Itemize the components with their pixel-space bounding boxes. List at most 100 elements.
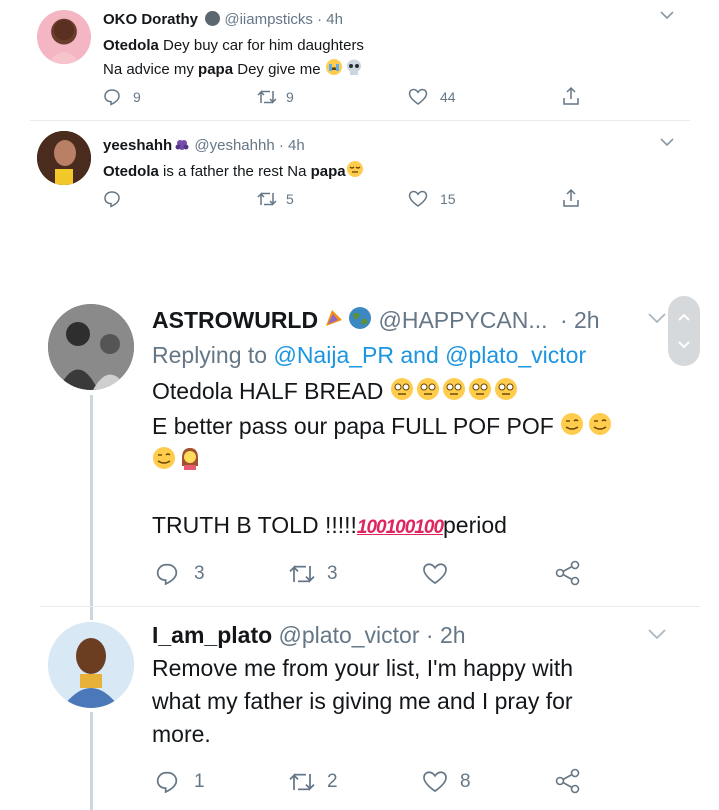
- heart-icon: [408, 190, 428, 207]
- share-icon: [555, 560, 580, 586]
- tweet-text: Otedola HALF BREAD: [152, 378, 390, 404]
- share-icon: [555, 768, 580, 794]
- avatar[interactable]: [48, 622, 134, 708]
- tweet-text: Na advice my: [103, 61, 199, 78]
- display-name[interactable]: I_am_plato: [152, 622, 272, 648]
- like-count: 8: [460, 771, 471, 792]
- share-icon: [563, 188, 579, 207]
- mention-link[interactable]: @Naija_PR: [273, 342, 394, 368]
- retweet-button[interactable]: 9: [256, 88, 294, 106]
- tweet-text: TRUTH B TOLD !!!!!: [152, 512, 357, 538]
- reply-icon: [156, 771, 178, 794]
- timestamp[interactable]: · 2h: [560, 307, 600, 333]
- share-button[interactable]: [562, 188, 580, 208]
- like-button[interactable]: 15: [408, 190, 456, 208]
- tweet-i-am-plato[interactable]: I_am_plato @plato_victor · 2h Remove me …: [0, 610, 719, 810]
- reply-button[interactable]: 1: [154, 770, 205, 794]
- reply-and: and: [393, 342, 446, 368]
- display-name[interactable]: yeeshahh: [103, 137, 172, 154]
- flushed-emoji-icons: [390, 378, 520, 404]
- mention-link[interactable]: @plato_victor: [445, 342, 586, 368]
- rocket-emoji-icon: [322, 306, 346, 336]
- like-button[interactable]: [422, 562, 448, 586]
- retweet-icon: [257, 90, 277, 104]
- like-button[interactable]: 8: [422, 770, 471, 794]
- replying-to: Replying to @Naija_PR and @plato_victor: [152, 342, 586, 369]
- retweet-count: 3: [327, 563, 338, 584]
- tweet-text-bold: papa: [198, 61, 234, 78]
- retweet-count: 5: [286, 191, 294, 207]
- reply-button[interactable]: 3: [154, 562, 205, 586]
- retweet-button[interactable]: 5: [256, 190, 294, 208]
- tweet-text: Dey give me: [233, 61, 325, 78]
- avatar[interactable]: [37, 131, 91, 185]
- grapes-emoji-icon: [174, 136, 190, 156]
- retweet-button[interactable]: 3: [287, 562, 338, 586]
- reply-icon: [156, 563, 178, 586]
- timestamp[interactable]: · 4h: [279, 137, 305, 154]
- avatar[interactable]: [48, 304, 134, 390]
- chevron-up-icon[interactable]: [676, 310, 692, 326]
- crying-emoji-icon: [325, 58, 343, 80]
- retweet-icon: [289, 773, 315, 791]
- share-button[interactable]: [562, 86, 580, 106]
- tweet-astrowurld[interactable]: ASTROWURLD @HAPPYCAN... · 2h Replying to…: [0, 290, 719, 600]
- skull-emoji-icon: [345, 58, 363, 80]
- chevron-down-icon[interactable]: [660, 10, 674, 20]
- divider: [30, 120, 690, 121]
- reply-prefix: Replying to: [152, 342, 274, 368]
- retweet-button[interactable]: 2: [287, 770, 338, 794]
- tweet-text: E better pass our papa FULL POF POF: [152, 413, 561, 439]
- divider: [40, 606, 700, 607]
- share-icon: [563, 86, 579, 105]
- retweet-count: 2: [327, 771, 338, 792]
- woman-facepalm-emoji-icon: [182, 448, 198, 470]
- reply-count: 1: [194, 771, 205, 792]
- retweet-icon: [257, 192, 277, 206]
- relieved-emoji-icon: [346, 160, 364, 182]
- tweet-text: Remove me from your list, I'm happy with: [152, 655, 574, 681]
- chevron-down-icon[interactable]: [648, 628, 666, 640]
- display-name[interactable]: OKO Dorathy: [103, 11, 198, 28]
- heart-icon: [423, 563, 447, 585]
- tweet-text: is a father the rest Na: [158, 163, 311, 180]
- heart-icon: [423, 771, 447, 793]
- tweet-yeeshahh[interactable]: yeeshahh @yeshahhh · 4h Otedola is a fat…: [0, 122, 719, 222]
- handle[interactable]: @plato_victor: [279, 622, 420, 648]
- globe-emoji-icon: [348, 306, 372, 336]
- chevron-down-icon[interactable]: [660, 137, 674, 147]
- mention-text: Otedola: [103, 37, 159, 54]
- reply-count: 3: [194, 563, 205, 584]
- like-count: 44: [440, 89, 456, 105]
- thread-line: [90, 395, 93, 620]
- tweet-text-bold: papa: [310, 163, 346, 180]
- tweet-oko-dorathy[interactable]: OKO Dorathy @iiampsticks · 4h Otedola De…: [0, 0, 719, 120]
- share-button[interactable]: [555, 560, 581, 586]
- scroll-control[interactable]: [668, 296, 700, 366]
- avatar[interactable]: [37, 10, 91, 64]
- reply-count: 9: [133, 89, 141, 105]
- timestamp[interactable]: · 4h: [317, 11, 343, 28]
- reply-button[interactable]: 9: [103, 88, 141, 106]
- handle[interactable]: @iiampsticks: [224, 11, 313, 28]
- heart-icon: [408, 88, 428, 105]
- wink-emoji-icons: [560, 413, 614, 439]
- mention-text: Otedola: [103, 163, 159, 180]
- handle[interactable]: @HAPPYCAN...: [378, 307, 547, 333]
- tweet-text: what my father is giving me and I pray f…: [152, 688, 573, 714]
- timestamp[interactable]: · 2h: [426, 622, 466, 648]
- wink-emoji-icon: [153, 447, 175, 469]
- handle[interactable]: @yeshahhh: [194, 137, 274, 154]
- share-button[interactable]: [555, 768, 581, 794]
- thread-line: [90, 712, 93, 810]
- reply-icon: [104, 89, 120, 106]
- chevron-down-icon[interactable]: [648, 312, 666, 324]
- like-count: 15: [440, 191, 456, 207]
- reply-button[interactable]: [103, 190, 133, 208]
- chevron-down-icon[interactable]: [676, 336, 692, 352]
- emoji-line: [152, 446, 202, 474]
- tweet-text: more.: [152, 721, 211, 747]
- like-button[interactable]: 44: [408, 88, 456, 106]
- retweet-count: 9: [286, 89, 294, 105]
- display-name[interactable]: ASTROWURLD: [152, 307, 318, 333]
